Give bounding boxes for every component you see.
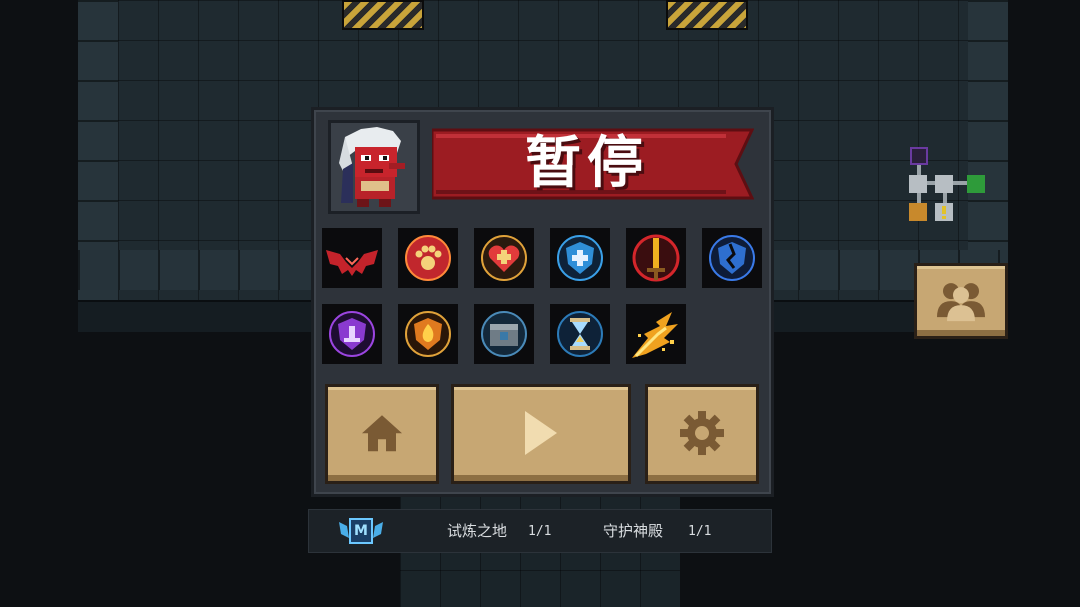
demon-wings-icon bbox=[326, 250, 378, 276]
home-icon bbox=[362, 415, 402, 452]
buff-explosion[interactable] bbox=[626, 304, 686, 364]
friends-button[interactable] bbox=[914, 263, 1008, 339]
character-portrait bbox=[328, 120, 420, 214]
character-avatar-icon bbox=[331, 123, 417, 211]
buff-coin-chest[interactable] bbox=[474, 304, 534, 364]
hazard-gate-right bbox=[666, 0, 748, 30]
stage-status-bar: M 试炼之地 1/1 守护神殿 1/1 bbox=[308, 509, 772, 553]
explosion-icon bbox=[632, 312, 678, 358]
minimap-room-current bbox=[935, 175, 953, 193]
friends-icon bbox=[937, 283, 985, 322]
cracked-shield-icon bbox=[709, 235, 755, 281]
pause-title: 暂停 bbox=[525, 131, 649, 196]
stage1-count: 1/1 bbox=[528, 524, 552, 539]
play-icon bbox=[525, 411, 557, 456]
flame-sword-icon bbox=[632, 234, 680, 282]
buff-heart[interactable] bbox=[474, 228, 534, 288]
hazard-gate-left bbox=[342, 0, 424, 30]
stage1-name: 试炼之地 bbox=[447, 522, 508, 540]
minimap-room bbox=[909, 175, 927, 193]
exclamation-icon bbox=[942, 206, 946, 214]
buff-cracked-shield[interactable] bbox=[702, 228, 762, 288]
minimap[interactable] bbox=[905, 145, 995, 235]
exclamation-dot bbox=[942, 216, 946, 219]
minimap-room-chest bbox=[909, 203, 927, 221]
gear-icon bbox=[680, 411, 724, 456]
buff-fire-shield[interactable] bbox=[398, 304, 458, 364]
buff-paw[interactable] bbox=[398, 228, 458, 288]
hourglass-icon bbox=[557, 311, 603, 357]
pause-panel: 暂停 bbox=[311, 107, 774, 497]
stage2-count: 1/1 bbox=[688, 524, 712, 539]
pause-banner: 暂停 bbox=[432, 126, 754, 202]
mode-badge-letter: M bbox=[354, 523, 368, 539]
buff-purple-shield[interactable] bbox=[322, 304, 382, 364]
mode-badge: M bbox=[337, 516, 385, 546]
minimap-room-exit bbox=[967, 175, 985, 193]
coin-chest-icon bbox=[481, 311, 527, 357]
buff-shield-plus[interactable] bbox=[550, 228, 610, 288]
heart-plus-icon bbox=[481, 235, 527, 281]
home-button[interactable] bbox=[325, 384, 439, 484]
buff-flame-sword[interactable] bbox=[626, 228, 686, 288]
purple-shield-icon bbox=[329, 311, 375, 357]
resume-button[interactable] bbox=[451, 384, 631, 484]
paw-icon bbox=[405, 235, 451, 281]
buff-hourglass[interactable] bbox=[550, 304, 610, 364]
minimap-room-event bbox=[935, 203, 953, 221]
shield-plus-icon bbox=[557, 235, 603, 281]
minimap-room-secret bbox=[910, 147, 928, 165]
buff-demon-wings[interactable] bbox=[322, 228, 382, 288]
stage2-name: 守护神殿 bbox=[603, 522, 664, 540]
fire-shield-icon bbox=[405, 311, 451, 357]
settings-button[interactable] bbox=[645, 384, 759, 484]
